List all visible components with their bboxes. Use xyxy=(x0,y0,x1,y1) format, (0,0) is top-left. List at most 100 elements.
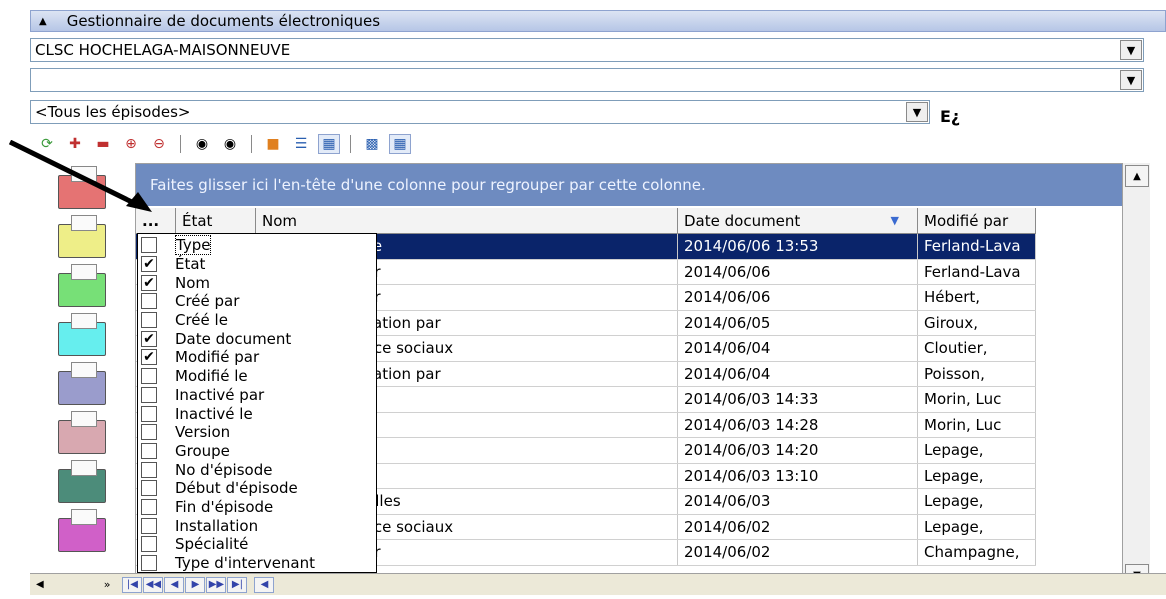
vertical-scrollbar[interactable]: ▲ ▼ xyxy=(1122,163,1150,588)
column-chooser-item[interactable]: ✔ Modifié par xyxy=(138,348,376,367)
checkbox-unchecked-icon[interactable] xyxy=(141,555,157,572)
date-cell: 2014/06/03 13:10 xyxy=(678,463,918,488)
date-cell: 2014/06/02 xyxy=(678,540,918,565)
modifie-par-cell: Ferland-Lava xyxy=(918,234,1036,259)
column-chooser-label: Modifié par xyxy=(175,348,260,367)
column-header-nom[interactable]: Nom xyxy=(256,208,678,233)
previous-page-icon[interactable]: ◀◀ xyxy=(143,576,164,593)
column-header-date-document[interactable]: Date document ▼ xyxy=(678,208,918,233)
find-next-icon[interactable]: ◉ xyxy=(219,134,241,154)
column-chooser-item[interactable]: Créé par xyxy=(138,292,376,311)
column-chooser-item[interactable]: Inactivé le xyxy=(138,404,376,423)
double-chevron-down-icon[interactable]: » xyxy=(104,578,111,591)
modifie-par-cell: Morin, Luc xyxy=(918,412,1036,437)
column-chooser-label: No d'épisode xyxy=(175,460,273,479)
column-chooser-label: Début d'épisode xyxy=(175,479,298,498)
modifie-par-cell: Giroux, xyxy=(918,310,1036,335)
column-header-etat[interactable]: État xyxy=(176,208,256,233)
column-chooser-item[interactable]: Modifié le xyxy=(138,367,376,386)
column-chooser-item[interactable]: ✔ Date document xyxy=(138,329,376,348)
checkbox-unchecked-icon[interactable] xyxy=(141,461,157,478)
column-chooser-label: Modifié le xyxy=(175,367,248,386)
column-chooser-item[interactable]: Fin d'épisode xyxy=(138,498,376,517)
first-record-icon[interactable]: |◀ xyxy=(122,576,143,593)
chevron-down-icon[interactable]: ▼ xyxy=(1120,70,1142,90)
modifie-par-cell: Ferland-Lava xyxy=(918,259,1036,284)
checkbox-unchecked-icon[interactable] xyxy=(141,405,157,422)
column-chooser-item[interactable]: Début d'épisode xyxy=(138,479,376,498)
horizontal-scroll-left-icon[interactable]: ◀ xyxy=(254,576,275,593)
column-chooser-item[interactable]: Version xyxy=(138,423,376,442)
establishment-select[interactable]: CLSC HOCHELAGA-MAISONNEUVE ▼ xyxy=(30,38,1144,62)
document-category-icon[interactable] xyxy=(58,411,106,454)
trailing-label: E¿ xyxy=(940,107,961,126)
column-chooser-label: Date document xyxy=(175,329,292,348)
document-category-icon[interactable] xyxy=(58,362,106,405)
next-page-icon[interactable]: ▶▶ xyxy=(206,576,227,593)
column-chooser-item[interactable]: Groupe xyxy=(138,442,376,461)
checkbox-unchecked-icon[interactable] xyxy=(141,517,157,534)
date-cell: 2014/06/03 14:28 xyxy=(678,412,918,437)
tree-icon[interactable]: ☰ xyxy=(290,134,312,154)
checkbox-checked-icon[interactable]: ✔ xyxy=(141,256,157,273)
column-chooser-item[interactable]: Spécialité xyxy=(138,535,376,554)
checkbox-checked-icon[interactable]: ✔ xyxy=(141,349,157,366)
checkbox-unchecked-icon[interactable] xyxy=(141,536,157,553)
column-chooser-item[interactable]: Inactivé par xyxy=(138,386,376,405)
checkbox-unchecked-icon[interactable] xyxy=(141,312,157,329)
column-header-modifie-par[interactable]: Modifié par xyxy=(918,208,1036,233)
document-category-icon[interactable] xyxy=(58,509,106,552)
checkbox-unchecked-icon[interactable] xyxy=(141,386,157,403)
episode-select[interactable]: <Tous les épisodes> ▼ xyxy=(30,100,930,124)
document-category-icon[interactable] xyxy=(58,264,106,307)
binoculars-icon[interactable]: ◉ xyxy=(191,134,213,154)
column-chooser-item[interactable]: Créé le xyxy=(138,311,376,330)
column-chooser-item[interactable]: No d'épisode xyxy=(138,460,376,479)
column-chooser-label: Type d'intervenant xyxy=(175,554,316,573)
checkbox-checked-icon[interactable]: ✔ xyxy=(141,274,157,291)
grid-view-icon[interactable]: ▦ xyxy=(318,134,340,154)
column-chooser-label: Inactivé par xyxy=(175,385,265,404)
column-chooser-item[interactable]: Type d'intervenant xyxy=(138,554,376,573)
window-title-bar: ▲ Gestionnaire de documents électronique… xyxy=(30,10,1166,32)
preview-icon[interactable]: ▩ xyxy=(361,134,383,154)
next-record-icon[interactable]: ▶ xyxy=(185,576,206,593)
column-chooser-item[interactable]: ✔ État xyxy=(138,255,376,274)
column-chooser-item[interactable]: ✔ Nom xyxy=(138,273,376,292)
column-chooser-item[interactable]: Installation xyxy=(138,516,376,535)
document-category-icon[interactable] xyxy=(58,460,106,503)
episode-value: <Tous les épisodes> xyxy=(35,103,191,121)
properties-icon[interactable]: ▦ xyxy=(389,134,411,154)
secondary-select[interactable]: ▼ xyxy=(30,68,1144,92)
date-cell: 2014/06/03 14:20 xyxy=(678,438,918,463)
checkbox-unchecked-icon[interactable] xyxy=(141,498,157,515)
column-chooser-label: Type xyxy=(175,235,212,256)
checkbox-checked-icon[interactable]: ✔ xyxy=(141,330,157,347)
checkbox-unchecked-icon[interactable] xyxy=(141,368,157,385)
column-chooser-label: Spécialité xyxy=(175,535,249,554)
last-record-icon[interactable]: ▶| xyxy=(227,576,248,593)
column-chooser-label: Version xyxy=(175,423,231,442)
date-cell: 2014/06/06 xyxy=(678,285,918,310)
date-cell: 2014/06/04 xyxy=(678,361,918,386)
previous-record-icon[interactable]: ◀ xyxy=(164,576,185,593)
checkbox-unchecked-icon[interactable] xyxy=(141,442,157,459)
chevron-down-icon[interactable]: ▼ xyxy=(906,102,928,122)
folder-icon[interactable]: ■ xyxy=(262,134,284,154)
scroll-left-icon[interactable]: ◀ xyxy=(36,579,44,590)
group-by-panel[interactable]: Faites glisser ici l'en-tête d'une colon… xyxy=(136,164,1146,206)
establishment-value: CLSC HOCHELAGA-MAISONNEUVE xyxy=(35,41,291,59)
document-category-icon[interactable] xyxy=(58,313,106,356)
triangle-up-icon[interactable]: ▲ xyxy=(39,16,47,27)
column-chooser-label: Créé le xyxy=(175,311,228,330)
toolbar-separator xyxy=(251,135,252,153)
scroll-up-icon[interactable]: ▲ xyxy=(1125,165,1149,187)
modifie-par-cell: Morin, Luc xyxy=(918,387,1036,412)
checkbox-unchecked-icon[interactable] xyxy=(141,424,157,441)
date-cell: 2014/06/03 14:33 xyxy=(678,387,918,412)
date-cell: 2014/06/02 xyxy=(678,514,918,539)
checkbox-unchecked-icon[interactable] xyxy=(141,480,157,497)
column-chooser-item[interactable]: Type xyxy=(138,235,376,256)
chevron-down-icon[interactable]: ▼ xyxy=(1120,40,1142,60)
checkbox-unchecked-icon[interactable] xyxy=(141,293,157,310)
